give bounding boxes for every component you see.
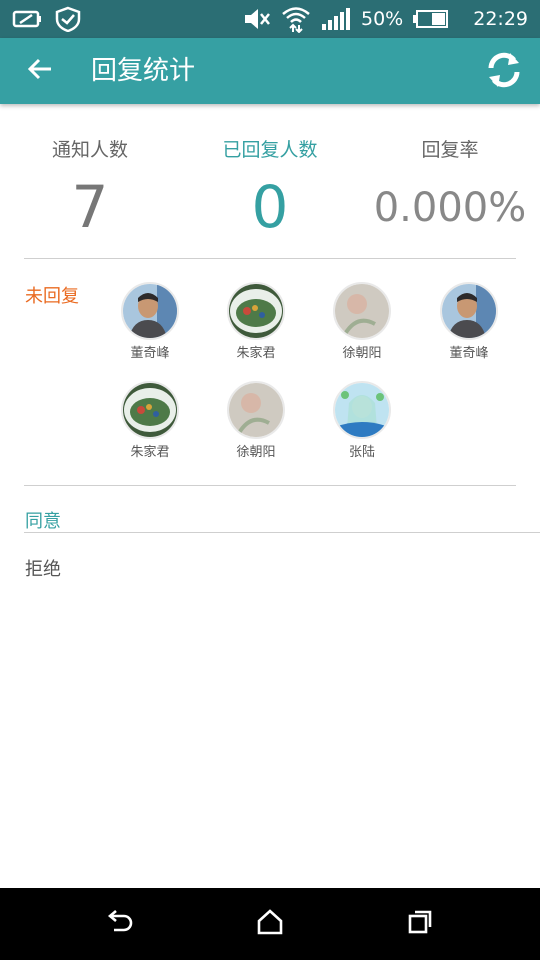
- list-item[interactable]: 朱家君: [216, 282, 296, 362]
- nav-back-icon: [104, 908, 136, 940]
- person-name: 张陆: [348, 445, 375, 460]
- list-item[interactable]: 董奇峰: [110, 282, 190, 362]
- avatar: [440, 282, 498, 340]
- nav-back-button[interactable]: [100, 906, 140, 942]
- list-item[interactable]: 徐朝阳: [322, 282, 402, 362]
- battery-percent: 50%: [361, 8, 404, 30]
- person-name: 徐朝阳: [236, 445, 276, 460]
- notified-stat: 通知人数 7: [0, 136, 180, 240]
- nav-recents-button[interactable]: [400, 906, 440, 942]
- wifi-icon: [281, 5, 311, 33]
- nav-home-icon: [255, 908, 285, 940]
- battery-icon: [413, 9, 449, 29]
- refresh-icon: [483, 51, 525, 93]
- avatar: [227, 381, 285, 439]
- list-item[interactable]: 朱家君: [110, 381, 190, 461]
- unreplied-label: 未回复: [25, 286, 79, 307]
- person-name: 朱家君: [130, 445, 170, 460]
- notified-value: 7: [71, 173, 109, 241]
- avatar: [121, 381, 179, 439]
- list-item[interactable]: 张陆: [322, 381, 402, 461]
- person-name: 董奇峰: [130, 346, 170, 361]
- navigation-bar: [0, 888, 540, 960]
- rate-value: 0.000%: [373, 185, 527, 231]
- rate-stat: 回复率 0.000%: [360, 136, 540, 236]
- person-name: 朱家君: [236, 346, 276, 361]
- nav-recents-icon: [405, 908, 435, 940]
- avatar: [227, 282, 285, 340]
- mute-icon: [243, 7, 271, 31]
- app-bar: 回复统计: [0, 38, 540, 104]
- shield-check-icon: [54, 6, 82, 32]
- list-item[interactable]: 董奇峰: [429, 282, 509, 362]
- reject-label: 拒绝: [25, 559, 61, 580]
- avatar: [333, 381, 391, 439]
- back-button[interactable]: [22, 53, 58, 89]
- battery-saver-icon: [12, 6, 44, 32]
- status-bar: 50% 22:29: [0, 0, 540, 38]
- divider: [24, 532, 540, 533]
- clock: 22:29: [473, 8, 528, 30]
- replied-stat: 已回复人数 0: [180, 136, 360, 240]
- list-item[interactable]: 徐朝阳: [216, 381, 296, 461]
- refresh-button[interactable]: [482, 50, 526, 94]
- replied-label: 已回复人数: [222, 139, 318, 161]
- avatar: [333, 282, 391, 340]
- divider: [24, 258, 516, 259]
- person-name: 董奇峰: [449, 346, 489, 361]
- agree-label: 同意: [25, 511, 61, 532]
- signal-icon: [321, 7, 351, 31]
- rate-label: 回复率: [421, 139, 479, 161]
- nav-home-button[interactable]: [250, 906, 290, 942]
- page-title: 回复统计: [91, 56, 196, 86]
- divider: [24, 485, 516, 486]
- replied-value: 0: [251, 173, 289, 241]
- person-name: 徐朝阳: [342, 346, 382, 361]
- notified-label: 通知人数: [51, 139, 128, 161]
- avatar: [121, 282, 179, 340]
- back-arrow-icon: [26, 55, 54, 87]
